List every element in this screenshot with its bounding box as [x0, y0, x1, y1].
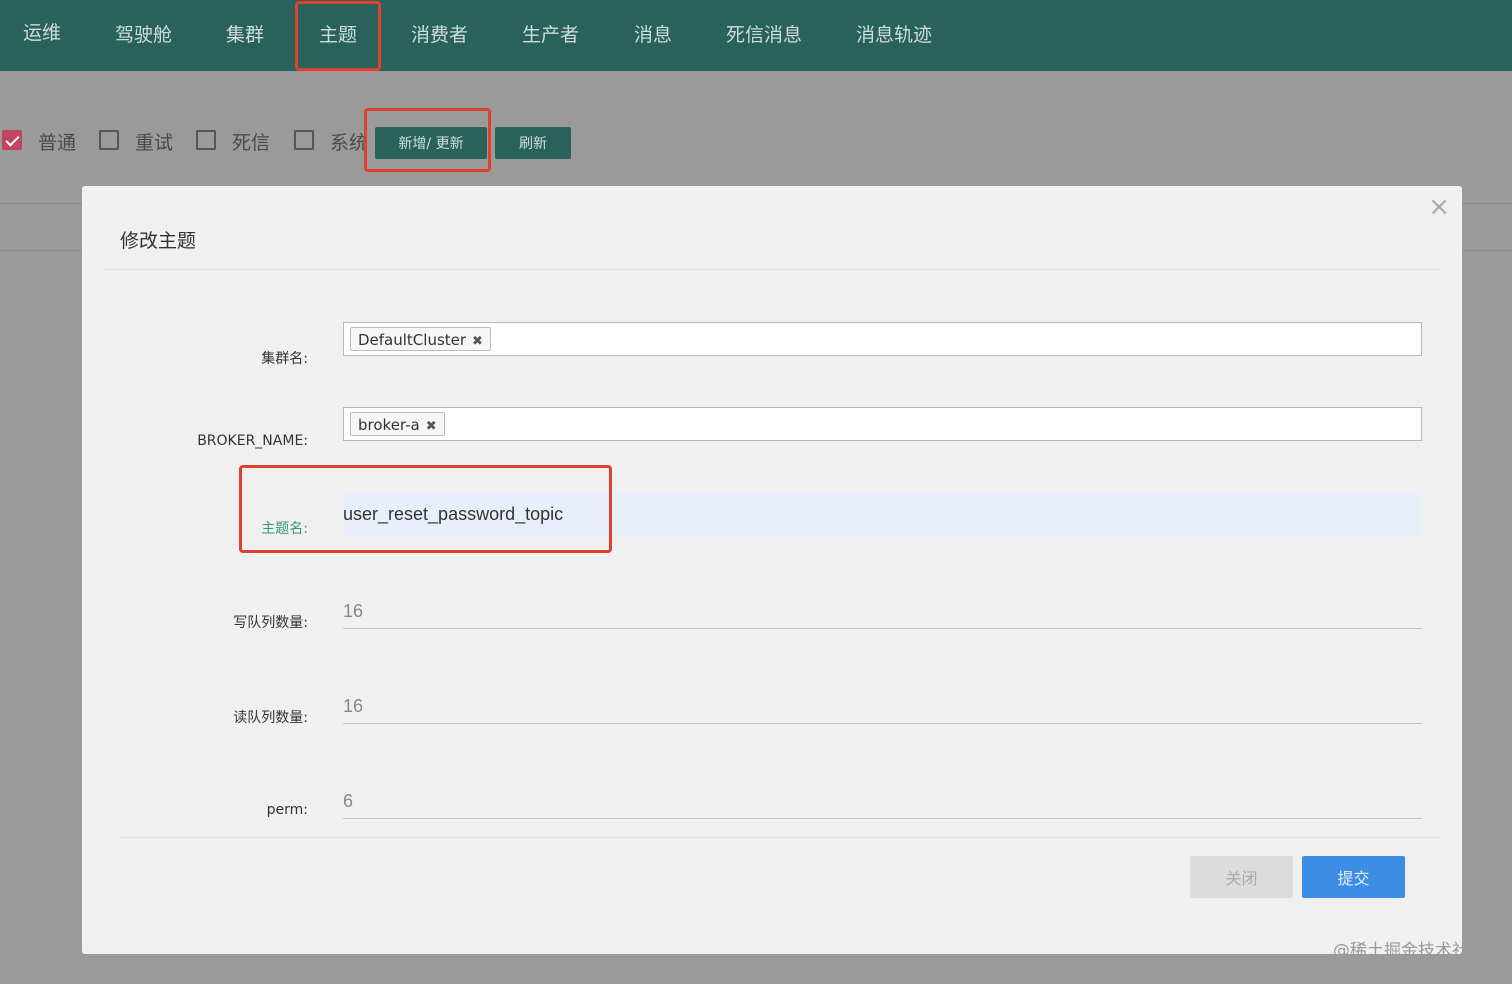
topic-name-input[interactable]: [343, 492, 1422, 536]
nav-item-ops[interactable]: 运维: [23, 18, 61, 45]
checkbox-system-box[interactable]: [294, 130, 314, 150]
nav-item-message[interactable]: 消息: [634, 20, 672, 47]
nav-item-dlq-message[interactable]: 死信消息: [726, 20, 802, 47]
modal-title: 修改主题: [120, 230, 197, 252]
remove-tag-icon[interactable]: ✖: [472, 334, 483, 349]
modal-footer-divider: [120, 837, 1440, 838]
modal-header-divider: [104, 269, 1440, 270]
checkbox-dlq-label: 死信: [232, 132, 271, 154]
submit-button[interactable]: 提交: [1302, 856, 1405, 898]
topic-name-label: 主题名:: [261, 521, 308, 537]
nav-item-consumer[interactable]: 消费者: [411, 20, 468, 47]
broker-label: BROKER_NAME:: [197, 433, 308, 449]
remove-tag-icon[interactable]: ✖: [426, 419, 437, 434]
refresh-button[interactable]: 刷新: [495, 127, 571, 159]
close-icon[interactable]: ×: [1428, 194, 1450, 220]
cluster-tag-text: DefaultCluster: [358, 331, 467, 349]
cluster-tag: DefaultCluster ✖: [350, 327, 491, 351]
cluster-select[interactable]: DefaultCluster ✖: [343, 322, 1422, 356]
write-queue-input[interactable]: [343, 595, 1422, 629]
checkbox-normal-box[interactable]: [2, 130, 22, 150]
nav-item-producer[interactable]: 生产者: [522, 20, 579, 47]
read-queue-label: 读队列数量:: [233, 710, 308, 726]
nav-item-message-trace[interactable]: 消息轨迹: [856, 20, 932, 47]
perm-input[interactable]: [343, 785, 1422, 819]
broker-tag-text: broker-a: [358, 416, 420, 434]
cluster-label: 集群名:: [261, 351, 308, 367]
edit-topic-modal: 修改主题 × 集群名: DefaultCluster ✖ BROKER_NAME:…: [82, 186, 1462, 954]
watermark: @稀土掘金技术社区: [1333, 941, 1486, 961]
perm-label: perm:: [266, 802, 308, 818]
checkbox-system-label: 系统: [330, 132, 369, 154]
nav-item-cluster[interactable]: 集群: [226, 20, 264, 47]
write-queue-label: 写队列数量:: [233, 615, 308, 631]
add-update-button[interactable]: 新增/ 更新: [375, 127, 487, 159]
checkbox-retry-label: 重试: [135, 132, 174, 154]
read-queue-input[interactable]: [343, 690, 1422, 724]
nav-item-cockpit[interactable]: 驾驶舱: [115, 20, 172, 47]
close-button[interactable]: 关闭: [1190, 856, 1293, 898]
checkbox-dlq-box[interactable]: [196, 130, 216, 150]
broker-select[interactable]: broker-a ✖: [343, 407, 1422, 441]
broker-tag: broker-a ✖: [350, 412, 445, 436]
checkbox-retry-box[interactable]: [99, 130, 119, 150]
top-nav: 运维 驾驶舱 集群 主题 消费者 生产者 消息 死信消息 消息轨迹: [0, 0, 1512, 71]
checkbox-normal-label: 普通: [38, 132, 77, 154]
nav-item-topic[interactable]: 主题: [319, 20, 357, 47]
